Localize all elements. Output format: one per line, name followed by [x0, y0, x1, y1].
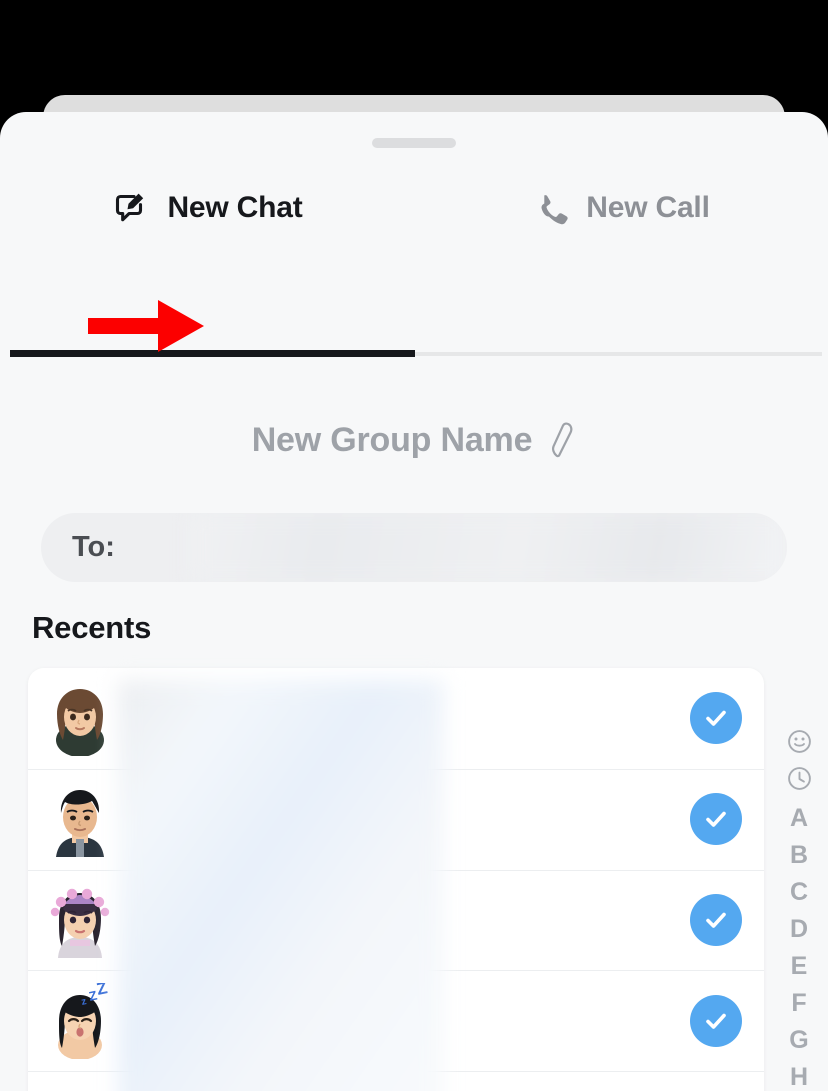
- contact-selected-check[interactable]: [690, 893, 742, 946]
- new-chat-sheet: New Chat New Call New Group Name To: Rec…: [0, 112, 828, 1091]
- tab-new-chat[interactable]: New Chat: [0, 164, 414, 252]
- alpha-index-recent[interactable]: [787, 763, 812, 800]
- contact-row[interactable]: Z Z z: [28, 970, 764, 1071]
- contact-selected-check[interactable]: [690, 793, 742, 846]
- pencil-icon[interactable]: [546, 421, 576, 459]
- app-screen: New Chat New Call New Group Name To: Rec…: [0, 0, 828, 1091]
- recents-heading: Recents: [32, 610, 152, 645]
- avatar: [46, 1084, 114, 1091]
- recipient-input[interactable]: To:: [41, 513, 787, 582]
- clock-icon: [787, 766, 812, 798]
- group-name-placeholder: New Group Name: [251, 420, 533, 459]
- recipient-value-blurred: [191, 513, 787, 582]
- contact-name-blurred: [128, 870, 690, 971]
- chat-edit-icon: [111, 188, 151, 228]
- contact-selected-check[interactable]: [690, 994, 742, 1047]
- tab-new-call[interactable]: New Call: [414, 164, 828, 252]
- avatar: [50, 888, 110, 958]
- alpha-index-a[interactable]: A: [790, 800, 808, 837]
- recipient-label: To:: [72, 531, 115, 563]
- contact-name-blurred: [128, 668, 690, 769]
- alpha-index-smiley[interactable]: [787, 726, 812, 763]
- group-name-field[interactable]: New Group Name: [0, 402, 828, 478]
- alpha-index-f[interactable]: F: [791, 985, 806, 1022]
- contact-row[interactable]: [28, 668, 764, 769]
- avatar: [56, 790, 104, 858]
- alpha-index-b[interactable]: B: [790, 837, 808, 874]
- alpha-index-c[interactable]: C: [790, 874, 808, 911]
- contact-row[interactable]: [28, 869, 764, 971]
- contact-selected-check[interactable]: [690, 692, 742, 745]
- smiley-icon: [787, 729, 812, 761]
- contact-name-blurred: [128, 769, 690, 870]
- tab-underline-active: [10, 350, 415, 357]
- alpha-index-d[interactable]: D: [790, 911, 808, 948]
- recents-list: Z Z z: [28, 668, 764, 1091]
- contact-row[interactable]: [28, 768, 764, 870]
- alpha-index-h[interactable]: H: [790, 1059, 808, 1091]
- avatar: Z Z z: [58, 983, 109, 1059]
- tab-new-chat-label: New Chat: [167, 191, 303, 224]
- avatar: [56, 689, 104, 757]
- phone-icon: [532, 189, 570, 227]
- alphabet-index: A B C D E F G H I J K: [778, 726, 820, 1091]
- alpha-index-g[interactable]: G: [789, 1022, 808, 1059]
- alpha-index-e[interactable]: E: [791, 948, 808, 985]
- sheet-tabs: New Chat New Call: [0, 164, 828, 252]
- sheet-drag-handle[interactable]: [372, 138, 456, 148]
- tab-new-call-label: New Call: [586, 191, 710, 224]
- contact-name-blurred: [128, 970, 690, 1071]
- contact-name-blurred: [128, 1071, 690, 1091]
- contact-row[interactable]: [28, 1071, 764, 1091]
